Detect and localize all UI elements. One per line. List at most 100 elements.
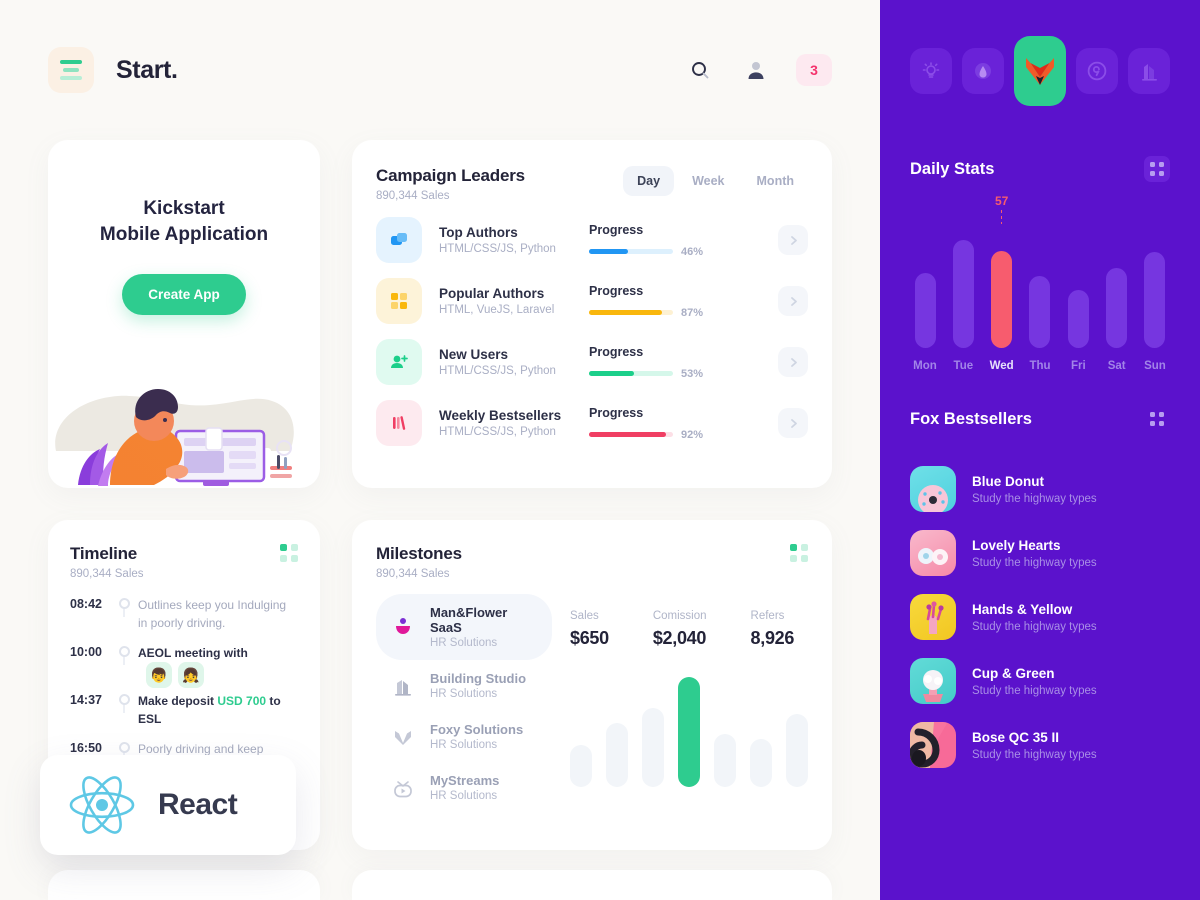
bestseller-item[interactable]: Bose QC 35 II Study the highway types bbox=[910, 722, 1170, 768]
progress-label: Progress bbox=[589, 405, 644, 420]
progress-label: Progress bbox=[589, 283, 644, 298]
campaign-subtitle: 890,344 Sales bbox=[376, 190, 450, 202]
campaign-row-stack: HTML/CSS/JS, Python bbox=[439, 243, 556, 255]
campaign-row-stack: HTML/CSS/JS, Python bbox=[439, 365, 556, 377]
axis-label: Fri bbox=[1070, 360, 1086, 372]
bestseller-item[interactable]: Lovely Hearts Study the highway types bbox=[910, 530, 1170, 576]
notification-badge[interactable]: 3 bbox=[796, 54, 832, 86]
campaign-row-name: Popular Authors bbox=[439, 286, 545, 301]
tab-week[interactable]: Week bbox=[678, 166, 738, 196]
nav-lightbulb-icon[interactable] bbox=[910, 48, 952, 94]
avatar[interactable]: 👧 bbox=[178, 662, 204, 688]
campaign-row-arrow-button[interactable] bbox=[778, 408, 808, 438]
bestseller-sub: Study the highway types bbox=[972, 748, 1097, 761]
campaign-period-tabs: Day Week Month bbox=[623, 166, 808, 196]
bottom-card-right bbox=[352, 870, 832, 900]
nav-building-icon[interactable] bbox=[1128, 48, 1170, 94]
timeline-item[interactable]: 10:00 AEOL meeting with 👦 👧 bbox=[70, 644, 298, 692]
stat-value: 8,926 bbox=[750, 628, 795, 648]
nav-nine-circle-icon[interactable] bbox=[1076, 48, 1119, 94]
right-sidebar: Daily Stats 57 Mon Tue Wed Thu Fri Sat S… bbox=[880, 0, 1200, 900]
campaign-leaders-card: Campaign Leaders 890,344 Sales Day Week … bbox=[352, 140, 832, 488]
progress-bar bbox=[589, 371, 673, 376]
grid-dots-icon[interactable] bbox=[1144, 406, 1170, 432]
bestseller-item[interactable]: Blue Donut Study the highway types bbox=[910, 466, 1170, 512]
dashboard-root: Start. 3 Kickstart Mobile Application Cr… bbox=[0, 0, 1200, 900]
milestones-list: Man&Flower SaaS HR Solutions Building St… bbox=[376, 594, 552, 813]
user-icon[interactable] bbox=[740, 54, 772, 86]
nav-arch-icon[interactable] bbox=[961, 48, 1004, 94]
brand-title: Start. bbox=[116, 55, 178, 84]
milestone-name: Foxy Solutions bbox=[430, 722, 524, 737]
campaign-row-arrow-button[interactable] bbox=[778, 225, 808, 255]
axis-label: Tue bbox=[953, 360, 974, 372]
kickstart-title-line1: Kickstart bbox=[143, 198, 225, 219]
campaign-row-arrow-button[interactable] bbox=[778, 286, 808, 316]
campaign-row[interactable]: Popular Authors HTML, VueJS, Laravel Pro… bbox=[376, 278, 808, 324]
search-icon[interactable] bbox=[684, 54, 716, 86]
campaign-row[interactable]: Weekly Bestsellers HTML/CSS/JS, Python P… bbox=[376, 400, 808, 446]
chart-bar-highlight bbox=[678, 677, 700, 787]
grid-dots-icon[interactable] bbox=[790, 544, 808, 562]
top-header: Start. 3 bbox=[48, 0, 832, 140]
nav-fox-icon[interactable] bbox=[1013, 36, 1067, 106]
campaign-row[interactable]: New Users HTML/CSS/JS, Python Progress 5… bbox=[376, 339, 808, 385]
daily-stats-x-axis: Mon Tue Wed Thu Fri Sat Sun bbox=[910, 360, 1170, 372]
bestseller-sub: Study the highway types bbox=[972, 556, 1097, 569]
progress-bar bbox=[589, 310, 673, 315]
create-app-button[interactable]: Create App bbox=[122, 274, 246, 316]
bestseller-sub: Study the highway types bbox=[972, 684, 1097, 697]
bestseller-item[interactable]: Cup & Green Study the highway types bbox=[910, 658, 1170, 704]
timeline-item[interactable]: 08:42 Outlines keep you Indulging in poo… bbox=[70, 596, 298, 644]
hands-yellow-photo bbox=[910, 594, 956, 640]
grid-squares-icon bbox=[376, 278, 422, 324]
campaign-row-arrow-button[interactable] bbox=[778, 347, 808, 377]
grid-dots-icon[interactable] bbox=[280, 544, 298, 562]
chart-column-wed: 57 bbox=[989, 194, 1015, 348]
bestseller-item[interactable]: Hands & Yellow Study the highway types bbox=[910, 594, 1170, 640]
chart-bar bbox=[714, 734, 736, 787]
tv-play-icon bbox=[390, 775, 416, 801]
milestone-row[interactable]: Man&Flower SaaS HR Solutions bbox=[376, 594, 552, 660]
timeline-text: AEOL meeting with bbox=[138, 646, 248, 660]
milestone-row[interactable]: Building Studio HR Solutions bbox=[376, 660, 552, 711]
stat-value: $650 bbox=[570, 628, 609, 648]
chart-value-connector bbox=[1001, 210, 1003, 224]
chart-bar bbox=[606, 723, 628, 787]
brand[interactable]: Start. bbox=[48, 47, 178, 93]
daily-stats-header: Daily Stats bbox=[910, 156, 1170, 182]
milestone-row[interactable]: Foxy Solutions HR Solutions bbox=[376, 711, 552, 762]
person-working-at-computer-illustration bbox=[55, 389, 294, 486]
user-plus-icon bbox=[376, 339, 422, 385]
timeline-time: 10:00 bbox=[70, 645, 102, 659]
milestones-body: Man&Flower SaaS HR Solutions Building St… bbox=[376, 594, 808, 813]
chart-column-sat bbox=[1104, 228, 1130, 348]
header-actions: 3 bbox=[684, 54, 832, 86]
cup-green-photo bbox=[910, 658, 956, 704]
progress-bar bbox=[589, 249, 673, 254]
timeline-item[interactable]: 14:37 Make deposit USD 700 to ESL bbox=[70, 692, 298, 740]
timeline-text-row: AEOL meeting with 👦 👧 bbox=[138, 644, 298, 688]
timeline-dot bbox=[118, 598, 130, 609]
campaign-row[interactable]: Top Authors HTML/CSS/JS, Python Progress… bbox=[376, 217, 808, 263]
campaign-row-name: New Users bbox=[439, 347, 509, 362]
timeline-time: 16:50 bbox=[70, 741, 102, 755]
campaign-header: Campaign Leaders 890,344 Sales Day Week … bbox=[376, 166, 808, 202]
react-badge-card[interactable]: React bbox=[40, 755, 296, 855]
timeline-dot bbox=[118, 694, 130, 705]
tab-day[interactable]: Day bbox=[623, 166, 675, 196]
tab-month[interactable]: Month bbox=[743, 166, 808, 196]
chart-column-mon bbox=[912, 228, 938, 348]
bose-headphones-photo bbox=[910, 722, 956, 768]
milestones-title: Milestones bbox=[376, 544, 462, 563]
milestone-row[interactable]: MyStreams HR Solutions bbox=[376, 762, 552, 813]
avatar[interactable]: 👦 bbox=[146, 662, 172, 688]
bestseller-name: Hands & Yellow bbox=[972, 601, 1073, 617]
bottom-cards-peek bbox=[48, 870, 832, 900]
milestones-stats-chart: Sales $650 Comission $2,040 Refers 8,926 bbox=[552, 594, 808, 813]
milestone-sub: HR Solutions bbox=[430, 688, 498, 700]
milestones-stats: Sales $650 Comission $2,040 Refers 8,926 bbox=[570, 594, 808, 649]
grid-dots-icon[interactable] bbox=[1144, 156, 1170, 182]
hamburger-menu-icon[interactable] bbox=[48, 47, 94, 93]
milestone-name: MyStreams bbox=[430, 773, 500, 788]
